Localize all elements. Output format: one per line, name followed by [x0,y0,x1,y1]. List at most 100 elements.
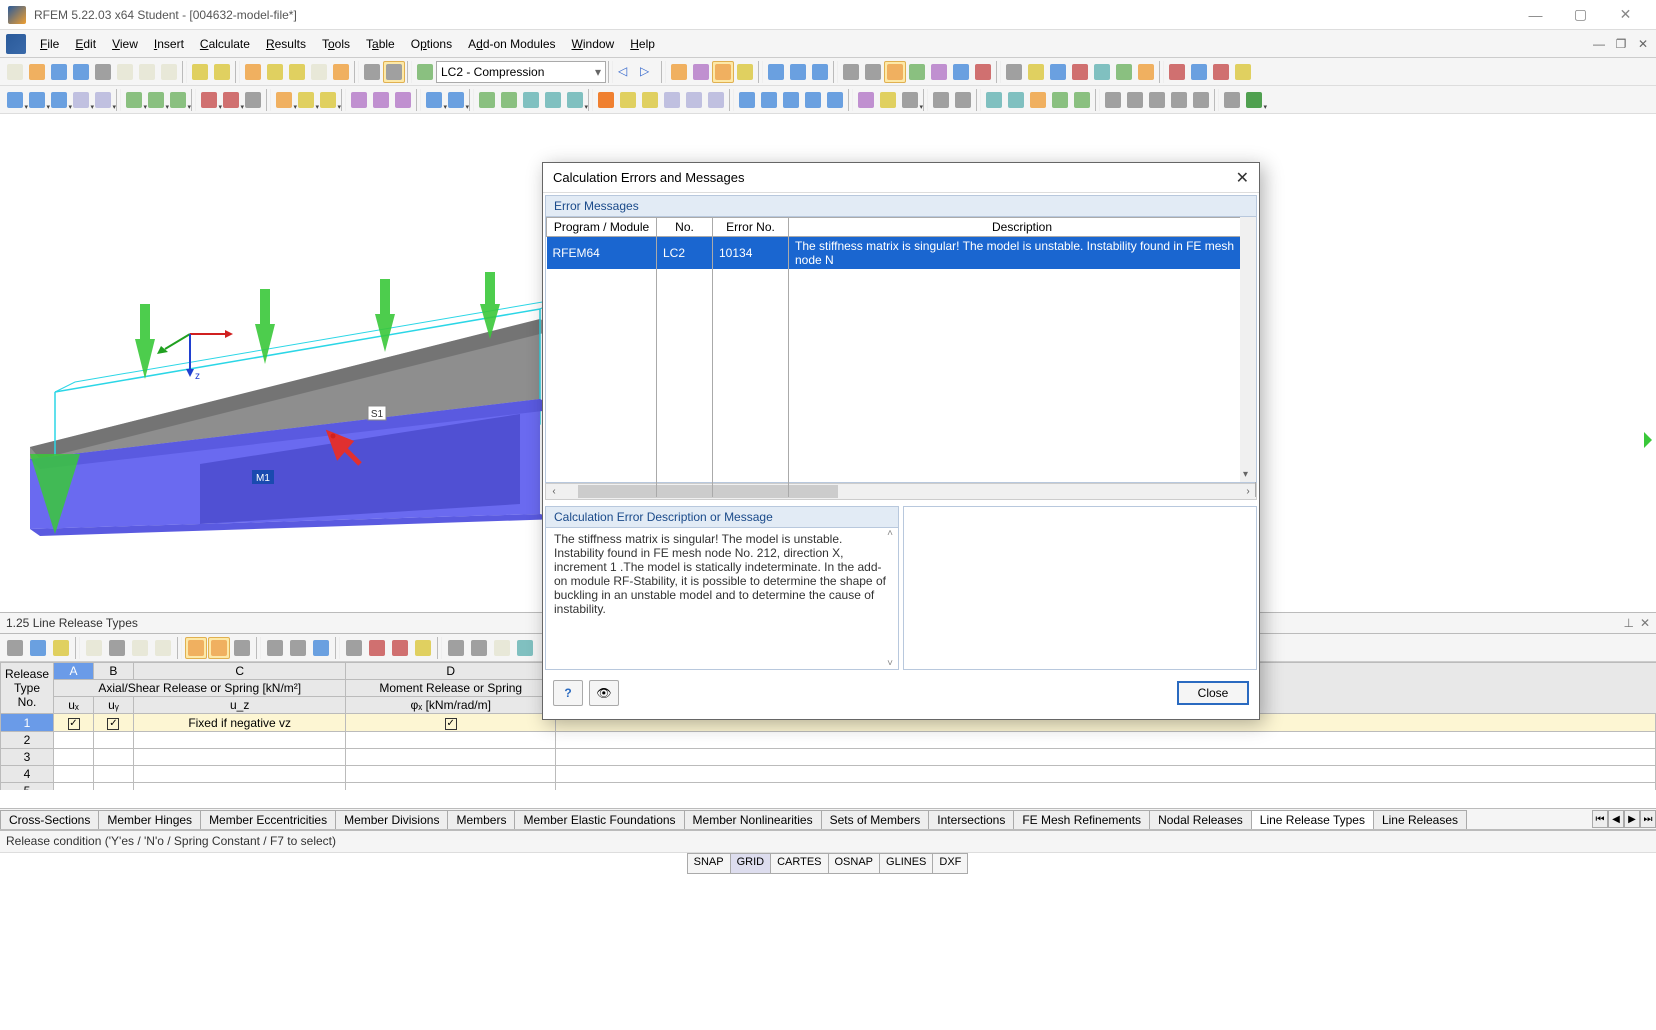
menu-edit[interactable]: Edit [67,32,104,56]
maximize-button[interactable]: ▢ [1558,1,1603,29]
tb2-4[interactable]: ▾ [70,89,92,111]
table-row[interactable]: 3 [1,749,1656,766]
th-C[interactable]: C [133,663,346,680]
tb-redo[interactable] [211,61,233,83]
tab-member-elastic[interactable]: Member Elastic Foundations [514,810,684,829]
tb2-46[interactable] [1102,89,1124,111]
lt-6[interactable] [129,637,151,659]
toggle-dxf[interactable]: DXF [932,853,968,874]
tb2-40[interactable] [952,89,974,111]
tb-prev[interactable]: ◁ [615,61,637,83]
menu-addon[interactable]: Add-on Modules [460,32,563,56]
tb2-44[interactable] [1049,89,1071,111]
tb2-36[interactable] [855,89,877,111]
lt-8[interactable] [185,637,207,659]
menu-tools[interactable]: Tools [314,32,358,56]
view-button[interactable]: 👁 [589,680,619,706]
lt-5[interactable] [106,637,128,659]
lt-15[interactable] [366,637,388,659]
tb-j2[interactable] [1188,61,1210,83]
tb-edit4[interactable] [330,61,352,83]
th-desc[interactable]: Description [789,218,1256,237]
tb-saveall[interactable] [70,61,92,83]
menu-help[interactable]: Help [622,32,663,56]
tb2-19[interactable]: ▾ [445,89,467,111]
menu-results[interactable]: Results [258,32,314,56]
tab-member-ecc[interactable]: Member Eccentricities [200,810,336,829]
tab-prev[interactable]: ◀ [1608,810,1624,828]
tb2-43[interactable] [1027,89,1049,111]
table-row[interactable]: 5 [1,783,1656,791]
table-row[interactable]: 4 [1,766,1656,783]
tb2-33[interactable] [780,89,802,111]
tb2-41[interactable] [983,89,1005,111]
tb2-2[interactable]: ▾ [26,89,48,111]
tb-j3[interactable] [1210,61,1232,83]
tb-h5[interactable] [928,61,950,83]
th-no[interactable]: No. [657,218,713,237]
tb2-42[interactable] [1005,89,1027,111]
app-menu-icon[interactable] [6,34,26,54]
toggle-grid[interactable]: GRID [730,853,772,874]
tb2-47[interactable] [1124,89,1146,111]
tb2-45[interactable] [1071,89,1093,111]
tb2-50[interactable] [1190,89,1212,111]
tb2-25[interactable] [595,89,617,111]
tab-cross-sections[interactable]: Cross-Sections [0,810,99,829]
th-A[interactable]: A [54,663,94,680]
tb2-27[interactable] [639,89,661,111]
tb2-30[interactable] [705,89,727,111]
tb-next[interactable]: ▷ [637,61,659,83]
tb2-28[interactable] [661,89,683,111]
tb-g2[interactable] [787,61,809,83]
scroll-up-icon[interactable]: ˄ [887,528,893,539]
lt-21[interactable] [514,637,536,659]
lt-7[interactable] [152,637,174,659]
lt-12[interactable] [287,637,309,659]
menu-insert[interactable]: Insert [146,32,192,56]
lt-19[interactable] [468,637,490,659]
tb2-49[interactable] [1168,89,1190,111]
tb2-20[interactable] [476,89,498,111]
lt-3[interactable] [50,637,72,659]
tb2-24[interactable]: ▾ [564,89,586,111]
tb2-8[interactable]: ▾ [167,89,189,111]
tb2-10[interactable]: ▾ [220,89,242,111]
tb2-32[interactable] [758,89,780,111]
panel-close-icon[interactable]: ✕ [1640,616,1650,630]
mdi-minimize[interactable]: — [1590,36,1608,52]
error-table[interactable]: Program / Module No. Error No. Descripti… [545,217,1257,483]
lt-13[interactable] [310,637,332,659]
tb-j1[interactable] [1166,61,1188,83]
tb-zoom[interactable] [286,61,308,83]
tb-i5[interactable] [1091,61,1113,83]
minimize-button[interactable]: — [1513,1,1558,29]
pin-icon[interactable]: ⊥ [1624,616,1634,630]
lt-4[interactable] [83,637,105,659]
menu-view[interactable]: View [104,32,146,56]
loadcase-combo[interactable]: LC2 - Compression▾ [436,61,606,83]
tb-print[interactable] [92,61,114,83]
tb-h4[interactable] [906,61,928,83]
tb2-29[interactable] [683,89,705,111]
tb2-16[interactable] [370,89,392,111]
tb-i6[interactable] [1113,61,1135,83]
table-row[interactable]: 2 [1,732,1656,749]
tab-line-rel-types[interactable]: Line Release Types [1251,810,1374,829]
tb2-26[interactable] [617,89,639,111]
toggle-cartes[interactable]: CARTES [770,853,828,874]
lt-14[interactable] [343,637,365,659]
cell-uy[interactable]: ✓ [93,714,133,732]
tb-h6[interactable] [950,61,972,83]
tb-report[interactable] [136,61,158,83]
tab-line-releases[interactable]: Line Releases [1373,810,1467,829]
toggle-snap[interactable]: SNAP [687,853,731,874]
lt-17[interactable] [412,637,434,659]
lt-2[interactable] [27,637,49,659]
lt-16[interactable] [389,637,411,659]
tb-h1[interactable] [840,61,862,83]
tb2-35[interactable] [824,89,846,111]
tb-i4[interactable] [1069,61,1091,83]
menu-table[interactable]: Table [358,32,403,56]
tb-edit2[interactable] [264,61,286,83]
